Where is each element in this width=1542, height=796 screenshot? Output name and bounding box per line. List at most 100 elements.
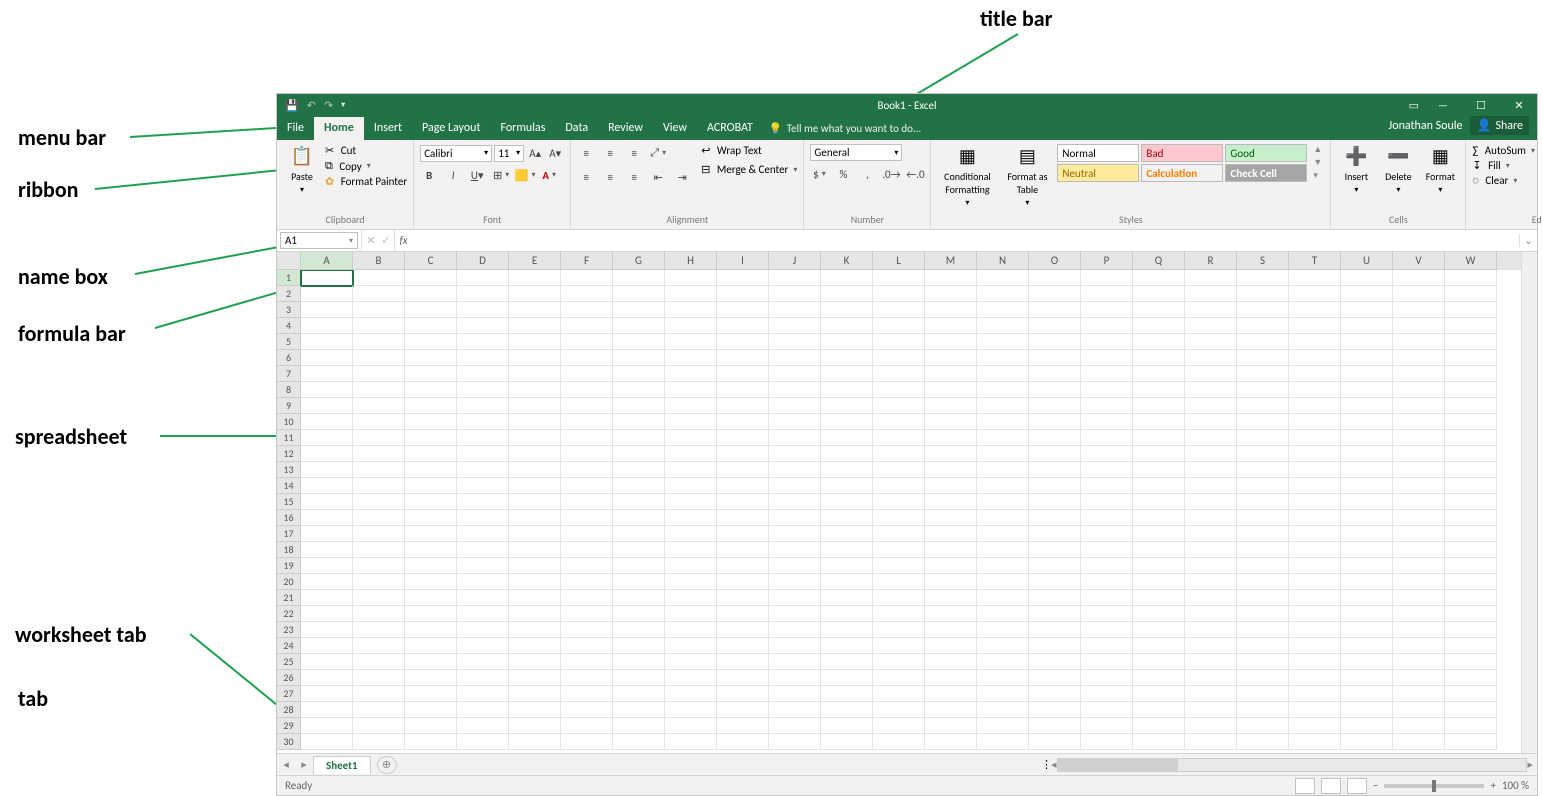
- cell[interactable]: [1133, 398, 1185, 414]
- cell[interactable]: [613, 478, 665, 494]
- style-normal[interactable]: Normal: [1057, 144, 1139, 162]
- horizontal-scrollbar[interactable]: [1057, 758, 1528, 772]
- cell[interactable]: [977, 638, 1029, 654]
- cell[interactable]: [1289, 366, 1341, 382]
- row-header[interactable]: 8: [277, 382, 301, 398]
- cell[interactable]: [925, 478, 977, 494]
- cell[interactable]: [821, 414, 873, 430]
- cell[interactable]: [353, 270, 405, 286]
- cell[interactable]: [1185, 414, 1237, 430]
- cell[interactable]: [301, 318, 353, 334]
- cell[interactable]: [301, 414, 353, 430]
- cell[interactable]: [1029, 558, 1081, 574]
- cell[interactable]: [977, 334, 1029, 350]
- cell[interactable]: [925, 398, 977, 414]
- cell[interactable]: [977, 606, 1029, 622]
- cell[interactable]: [1341, 286, 1393, 302]
- cell[interactable]: [1185, 494, 1237, 510]
- cell[interactable]: [457, 686, 509, 702]
- cell[interactable]: [1133, 318, 1185, 334]
- cell[interactable]: [457, 702, 509, 718]
- cell[interactable]: [301, 686, 353, 702]
- cell[interactable]: [1133, 510, 1185, 526]
- cell[interactable]: [821, 590, 873, 606]
- cell[interactable]: [1029, 478, 1081, 494]
- cell[interactable]: [1185, 430, 1237, 446]
- expand-formula-bar-icon[interactable]: ⌄: [1519, 234, 1537, 247]
- cell[interactable]: [1133, 302, 1185, 318]
- cell[interactable]: [717, 478, 769, 494]
- cell[interactable]: [1445, 670, 1497, 686]
- cell[interactable]: [1237, 510, 1289, 526]
- cell[interactable]: [1081, 718, 1133, 734]
- cell[interactable]: [1445, 702, 1497, 718]
- align-left-icon[interactable]: ≡: [577, 168, 595, 186]
- cell[interactable]: [717, 542, 769, 558]
- cell[interactable]: [717, 334, 769, 350]
- cell[interactable]: [613, 542, 665, 558]
- cell[interactable]: [509, 574, 561, 590]
- cell[interactable]: [405, 718, 457, 734]
- cell[interactable]: [769, 366, 821, 382]
- cell[interactable]: [1029, 702, 1081, 718]
- cell[interactable]: [717, 590, 769, 606]
- column-header[interactable]: C: [405, 252, 457, 270]
- row-header[interactable]: 4: [277, 318, 301, 334]
- cell[interactable]: [1393, 302, 1445, 318]
- cell[interactable]: [1393, 590, 1445, 606]
- cell[interactable]: [457, 510, 509, 526]
- cell[interactable]: [925, 494, 977, 510]
- cell[interactable]: [1445, 574, 1497, 590]
- cell[interactable]: [561, 334, 613, 350]
- cell[interactable]: [1133, 350, 1185, 366]
- cell[interactable]: [1133, 526, 1185, 542]
- cell[interactable]: [769, 334, 821, 350]
- cell[interactable]: [1133, 574, 1185, 590]
- cell[interactable]: [717, 302, 769, 318]
- cell[interactable]: [613, 718, 665, 734]
- cell[interactable]: [977, 574, 1029, 590]
- cell[interactable]: [1393, 638, 1445, 654]
- cell[interactable]: [1185, 590, 1237, 606]
- cell[interactable]: [821, 686, 873, 702]
- cell[interactable]: [509, 558, 561, 574]
- cell[interactable]: [925, 622, 977, 638]
- cell[interactable]: [353, 542, 405, 558]
- select-all-corner[interactable]: [277, 252, 301, 270]
- cell[interactable]: [509, 686, 561, 702]
- cell[interactable]: [1289, 734, 1341, 750]
- cell[interactable]: [301, 574, 353, 590]
- cell[interactable]: [1341, 382, 1393, 398]
- column-header[interactable]: J: [769, 252, 821, 270]
- cell[interactable]: [1237, 558, 1289, 574]
- cell[interactable]: [1445, 526, 1497, 542]
- cell[interactable]: [1081, 318, 1133, 334]
- cell[interactable]: [977, 526, 1029, 542]
- cell[interactable]: [1133, 478, 1185, 494]
- cell[interactable]: [769, 510, 821, 526]
- cell[interactable]: [665, 686, 717, 702]
- vertical-scrollbar[interactable]: [1521, 252, 1537, 753]
- cell[interactable]: [1237, 334, 1289, 350]
- cell[interactable]: [613, 526, 665, 542]
- cell[interactable]: [1133, 494, 1185, 510]
- cell[interactable]: [353, 654, 405, 670]
- cell[interactable]: [509, 542, 561, 558]
- cell[interactable]: [405, 606, 457, 622]
- row-header[interactable]: 11: [277, 430, 301, 446]
- cell[interactable]: [509, 638, 561, 654]
- merge-center-button[interactable]: ⊟ Merge & Center: [701, 163, 797, 176]
- cell[interactable]: [717, 286, 769, 302]
- cell[interactable]: [509, 590, 561, 606]
- row-header[interactable]: 13: [277, 462, 301, 478]
- cell[interactable]: [457, 382, 509, 398]
- cell[interactable]: [1341, 558, 1393, 574]
- cell[interactable]: [1393, 686, 1445, 702]
- cell[interactable]: [561, 686, 613, 702]
- cell[interactable]: [665, 606, 717, 622]
- cell[interactable]: [665, 334, 717, 350]
- row-header[interactable]: 6: [277, 350, 301, 366]
- paste-button[interactable]: 📋 Paste ▾: [283, 144, 321, 195]
- cell[interactable]: [509, 702, 561, 718]
- cell[interactable]: [1081, 622, 1133, 638]
